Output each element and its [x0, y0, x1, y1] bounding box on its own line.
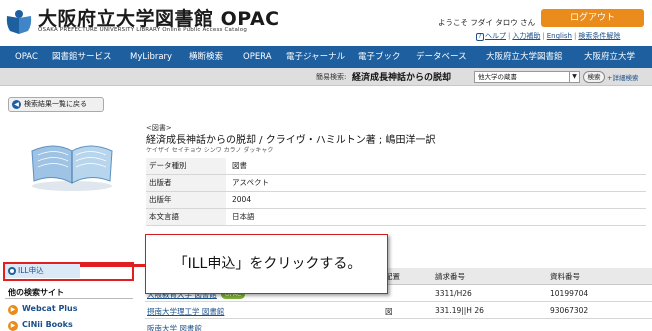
bib-value: 日本語	[232, 212, 255, 221]
chevron-down-icon: ▼	[569, 72, 579, 82]
bib-details-table: データ種別 図書 出版者 アスペクト 出版年 2004 本文言語 日本語	[146, 158, 646, 226]
nav-item-mylibrary[interactable]: MyLibrary	[130, 46, 172, 68]
item-id-cell: 93067302	[550, 306, 589, 315]
nav-item-cross-search[interactable]: 横断検索	[189, 46, 223, 68]
back-button-label: 検索結果一覧に戻る	[24, 100, 87, 108]
book-title-kana: ケイザイ セイチョウ シンワ カラノ ダッキャク	[146, 147, 274, 154]
item-id-cell: 10199704	[550, 289, 589, 298]
library-link[interactable]: 摂南大学理工学 図書館	[147, 306, 224, 317]
quick-search-query[interactable]: 経済成長神話からの脱却	[352, 70, 451, 83]
utility-links: ? ヘルプ | 入力補助 | English | 検索条件解除	[476, 31, 620, 41]
cinii-icon: ▶	[8, 321, 18, 331]
bib-row: 本文言語 日本語	[146, 209, 646, 226]
table-row: 摂南大学理工学 図書館 図 331.19||H 26 93067302	[145, 304, 652, 319]
site-subtitle: OSAKA PREFECTURE UNIVERSITY LIBRARY Onli…	[38, 27, 248, 33]
nav-item-ejournal[interactable]: 電子ジャーナル	[286, 46, 345, 68]
call-number-cell: 3311/H26	[435, 289, 472, 298]
location-cell: 図	[385, 307, 393, 316]
cinii-books-label: CiNii Books	[22, 320, 73, 329]
main-nav: OPAC 図書館サービス MyLibrary 横断検索 OPERA 電子ジャーナ…	[0, 46, 652, 68]
other-sites-heading: 他の検索サイト	[8, 288, 64, 297]
logout-button[interactable]: ログアウト	[541, 9, 644, 27]
clear-conditions-link[interactable]: 検索条件解除	[578, 32, 620, 40]
call-number-cell: 331.19||H 26	[435, 306, 484, 315]
search-scope-value: 他大学の蔵書	[478, 73, 517, 81]
webcat-plus-label: Webcat Plus	[22, 304, 78, 313]
header: 大阪府立大学図書館 OPAC OSAKA PREFECTURE UNIVERSI…	[0, 0, 652, 46]
col-item-id: 資料番号	[550, 272, 580, 281]
callout-text: 「ILL申込」をクリックする。	[173, 256, 362, 272]
cinii-books-link[interactable]: ▶ CiNii Books	[8, 320, 73, 331]
webcat-plus-link[interactable]: ▶ Webcat Plus	[8, 304, 78, 315]
webcat-icon: ▶	[8, 305, 18, 315]
nav-item-opu-library[interactable]: 大阪府立大学図書館	[486, 46, 563, 68]
search-scope-select[interactable]: 他大学の蔵書 ▼	[474, 71, 580, 83]
bib-value: 2004	[232, 195, 252, 204]
table-row: 阪南大学 図書館	[145, 321, 652, 331]
library-logo-icon	[6, 10, 32, 34]
help-link[interactable]: ヘルプ	[485, 32, 506, 40]
input-help-link[interactable]: 入力補助	[512, 32, 540, 40]
bib-key: 出版年	[146, 192, 226, 208]
nav-item-ebook[interactable]: 電子ブック	[358, 46, 401, 68]
divider	[5, 298, 133, 299]
bib-row: 出版年 2004	[146, 192, 646, 209]
help-icon: ?	[476, 33, 484, 41]
bib-key: 出版者	[146, 175, 226, 191]
quick-search-bar: 簡易検索: 経済成長神話からの脱却 他大学の蔵書 ▼ 検索 +詳細検索	[0, 68, 652, 86]
nav-item-opera[interactable]: OPERA	[243, 46, 272, 68]
instruction-callout: 「ILL申込」をクリックする。	[145, 234, 388, 294]
nav-item-opu[interactable]: 大阪府立大学	[584, 46, 635, 68]
bib-row: 出版者 アスペクト	[146, 175, 646, 192]
search-button[interactable]: 検索	[583, 71, 605, 83]
book-icon	[31, 145, 113, 191]
nav-item-opac[interactable]: OPAC	[15, 46, 38, 68]
bib-value: 図書	[232, 161, 247, 170]
bib-key: 本文言語	[146, 209, 226, 225]
back-arrow-icon: ◀	[12, 100, 21, 109]
quick-search-label: 簡易検索:	[316, 73, 347, 81]
bib-value: アスペクト	[232, 178, 269, 187]
col-call-number: 請求番号	[435, 272, 465, 281]
nav-item-database[interactable]: データベース	[416, 46, 467, 68]
nav-item-library-services[interactable]: 図書館サービス	[52, 46, 112, 68]
advanced-search-link[interactable]: +詳細検索	[607, 72, 638, 82]
bib-row: データ種別 図書	[146, 158, 646, 175]
library-link[interactable]: 阪南大学 図書館	[147, 323, 202, 331]
english-link[interactable]: English	[547, 32, 572, 40]
bib-key: データ種別	[146, 158, 226, 174]
book-title: 経済成長神話からの脱却 / クライヴ・ハミルトン著 ; 嶋田洋一訳	[146, 135, 436, 146]
welcome-text: ようこそ フダイ タロウ さん	[438, 18, 536, 27]
callout-connector	[80, 264, 146, 267]
back-to-results-button[interactable]: ◀ 検索結果一覧に戻る	[8, 97, 104, 112]
